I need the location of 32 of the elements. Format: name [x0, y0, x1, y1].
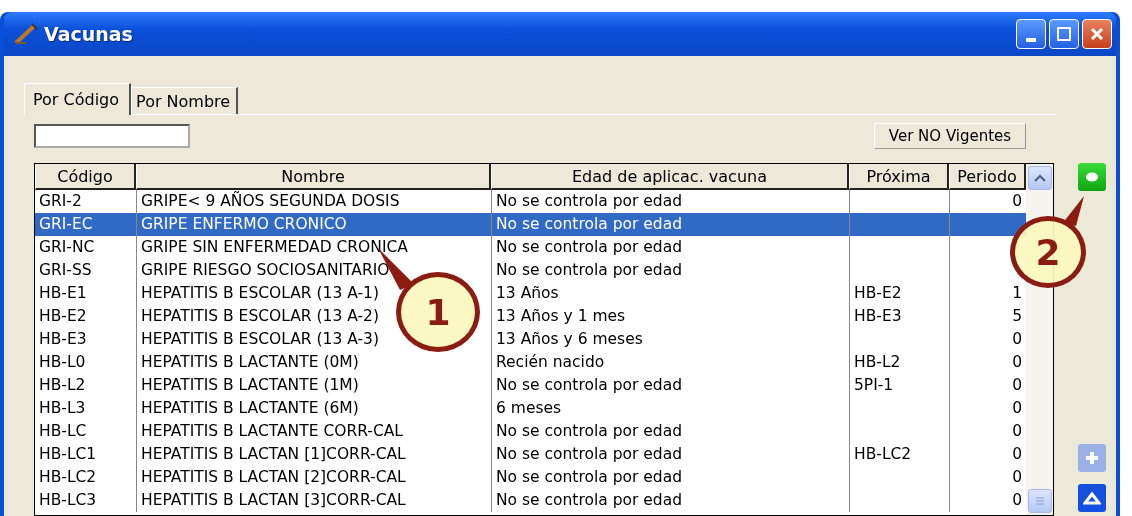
window-title: Vacunas [44, 23, 134, 45]
plus-icon [1084, 450, 1100, 466]
plus-button[interactable] [1078, 444, 1106, 472]
add-button[interactable] [1078, 163, 1106, 191]
close-button[interactable] [1082, 19, 1112, 49]
scroll-up-button[interactable] [1027, 166, 1052, 190]
column-header[interactable]: Código [35, 164, 136, 190]
search-field[interactable] [34, 124, 190, 148]
tab[interactable]: Por Código [24, 83, 132, 115]
table-cell[interactable] [849, 213, 949, 236]
up-button[interactable] [1078, 484, 1106, 512]
table-cell[interactable]: GRI-EC [35, 213, 136, 236]
column-header[interactable]: Edad de aplicac. vacuna [491, 164, 849, 190]
grip-icon [1034, 496, 1045, 506]
maximize-button[interactable] [1049, 19, 1079, 49]
column-header[interactable]: Próxima [849, 164, 949, 190]
column-header[interactable]: Periodo [949, 164, 1026, 190]
dot-icon [1085, 172, 1099, 182]
maximize-icon [1057, 27, 1071, 41]
table-cell[interactable] [949, 213, 1026, 236]
minimize-button[interactable] [1016, 19, 1046, 49]
triangle-up-icon [1083, 491, 1101, 505]
syringe-icon [14, 23, 38, 45]
ver-no-vigentes-button[interactable]: Ver NO Vigentes [874, 123, 1026, 149]
minimize-icon [1026, 38, 1036, 42]
caret-up-icon [1033, 174, 1046, 182]
table-cell[interactable]: GRIPE ENFERMO CRONICO [136, 213, 491, 236]
table-cell[interactable]: No se controla por edad [491, 213, 849, 236]
close-icon [1090, 27, 1104, 41]
tab[interactable]: Por Nombre [131, 87, 239, 114]
column-header[interactable]: Nombre [136, 164, 491, 190]
scroll-thumb[interactable] [1027, 489, 1052, 513]
